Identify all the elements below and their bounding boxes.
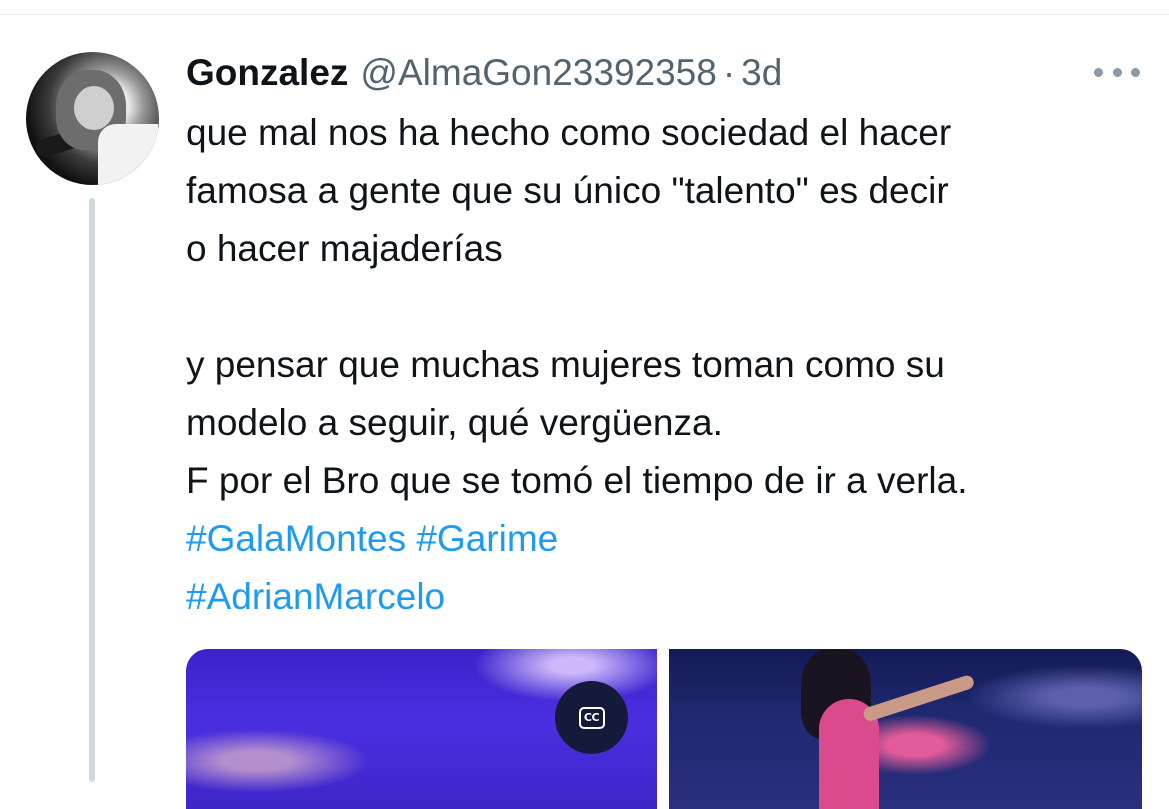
tweet-text-line: y pensar que muchas mujeres toman como s… xyxy=(186,344,945,385)
image-detail xyxy=(861,673,976,723)
author-handle[interactable]: @AlmaGon23392358 xyxy=(360,52,716,94)
hashtag-link[interactable]: #AdrianMarcelo xyxy=(186,576,445,617)
avatar[interactable] xyxy=(26,52,159,185)
tweet-text-line: o hacer majaderías xyxy=(186,228,503,269)
more-options-icon[interactable] xyxy=(1094,64,1140,80)
more-dot xyxy=(1094,67,1103,77)
thread-connector-line xyxy=(89,198,95,782)
hashtag-line: #AdrianMarcelo xyxy=(186,568,1146,626)
hashtag-line: #GalaMontes #Garime xyxy=(186,510,1146,568)
tweet-text: que mal nos ha hecho como sociedad el ha… xyxy=(186,104,1146,626)
avatar-detail xyxy=(98,124,158,185)
hashtag-link[interactable]: #GalaMontes xyxy=(186,518,406,559)
tweet-text-line: F por el Bro que se tomó el tiempo de ir… xyxy=(186,460,968,501)
author-display-name[interactable]: Gonzalez xyxy=(186,52,348,94)
tweet-timestamp[interactable]: 3d xyxy=(741,52,782,94)
closed-captions-button[interactable]: CC xyxy=(555,681,628,754)
more-dot xyxy=(1131,67,1140,77)
closed-captions-icon: CC xyxy=(578,706,605,729)
tweet-text-line: modelo a seguir, qué vergüenza. xyxy=(186,402,723,443)
more-dot xyxy=(1112,67,1122,77)
media-image-thumbnail[interactable] xyxy=(669,649,1142,809)
avatar-detail xyxy=(74,86,114,130)
cc-label: CC xyxy=(583,711,600,724)
hashtag-link[interactable]: #Garime xyxy=(416,518,558,559)
tweet-header: Gonzalez @AlmaGon23392358 · 3d xyxy=(186,48,782,98)
tweet-text-line: que mal nos ha hecho como sociedad el ha… xyxy=(186,112,952,153)
top-divider xyxy=(0,14,1169,15)
separator-dot: · xyxy=(722,52,736,93)
tweet-text-line: famosa a gente que su único "talento" es… xyxy=(186,170,949,211)
